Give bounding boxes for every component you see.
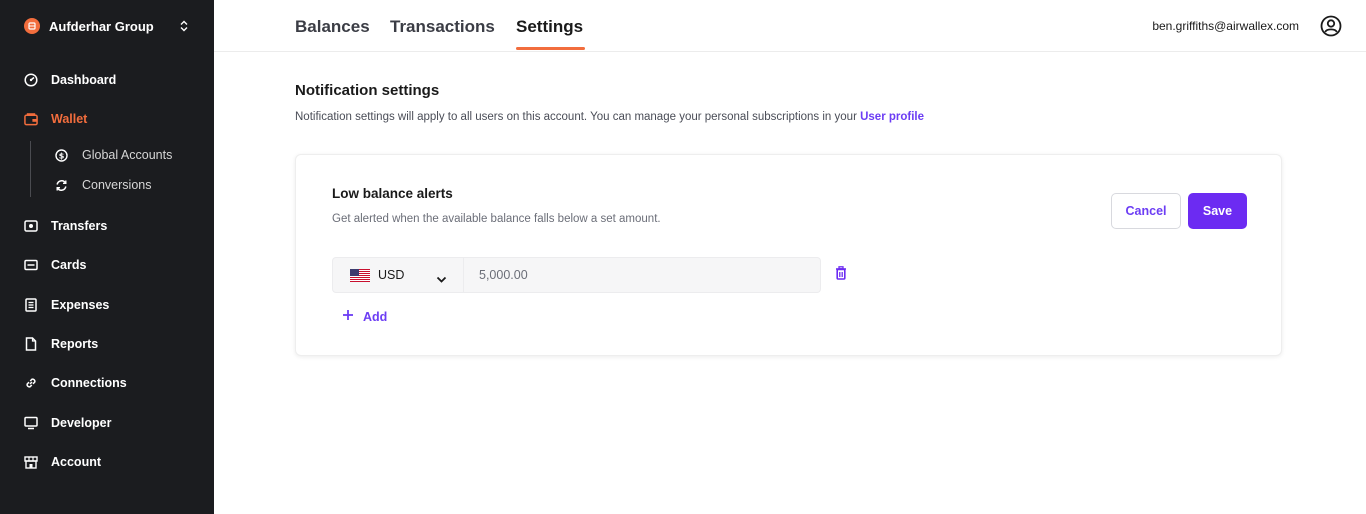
expenses-icon — [24, 298, 38, 312]
sidebar-item-label: Reports — [51, 337, 99, 351]
user-email: ben.griffiths@airwallex.com — [1152, 19, 1299, 33]
reports-icon — [24, 337, 38, 351]
refresh-icon — [54, 178, 68, 192]
sidebar-item-label: Transfers — [51, 219, 108, 233]
card-description: Get alerted when the available balance f… — [332, 213, 661, 225]
page-title: Notification settings — [295, 82, 440, 99]
chevron-down-icon — [436, 271, 447, 289]
currency-code: USD — [378, 268, 405, 282]
sidebar-item-label: Developer — [51, 416, 112, 430]
sidebar-item-wallet[interactable]: Wallet — [0, 103, 214, 135]
link-icon — [24, 376, 38, 390]
sidebar-item-label: Wallet — [51, 112, 88, 126]
sidebar-item-reports[interactable]: Reports — [0, 328, 214, 360]
add-alert-button[interactable]: Add — [342, 308, 387, 326]
sidebar-item-developer[interactable]: Developer — [0, 407, 214, 439]
sidebar-item-transfers[interactable]: Transfers — [0, 210, 214, 242]
save-button[interactable]: Save — [1188, 193, 1247, 229]
cancel-button[interactable]: Cancel — [1111, 193, 1181, 229]
org-logo-icon — [24, 18, 40, 34]
sidebar-item-label: Cards — [51, 258, 87, 272]
sidebar-subitem-label: Global Accounts — [82, 148, 173, 162]
sidebar-item-cards[interactable]: Cards — [0, 249, 214, 281]
chevron-up-down-icon — [180, 19, 188, 37]
dashboard-icon — [24, 73, 38, 87]
us-flag-icon — [350, 268, 370, 282]
wallet-icon — [24, 112, 38, 126]
page-description: Notification settings will apply to all … — [295, 111, 924, 123]
sidebar-item-label: Account — [51, 455, 101, 469]
sidebar-item-expenses[interactable]: Expenses — [0, 289, 214, 321]
sidebar-item-connections[interactable]: Connections — [0, 367, 214, 399]
monitor-icon — [24, 416, 38, 430]
active-tab-indicator — [516, 47, 585, 50]
tab-balances[interactable]: Balances — [295, 17, 370, 37]
transfers-icon — [24, 219, 38, 233]
low-balance-alerts-card: Low balance alerts Get alerted when the … — [295, 154, 1282, 356]
top-bar: Balances Transactions Settings ben.griff… — [214, 0, 1366, 52]
card-title: Low balance alerts — [332, 186, 453, 201]
tab-settings[interactable]: Settings — [516, 17, 583, 37]
page-description-text: Notification settings will apply to all … — [295, 111, 857, 123]
dollar-circle-icon: $ — [54, 148, 68, 162]
sidebar-item-account[interactable]: Account — [0, 446, 214, 478]
currency-select[interactable]: USD — [332, 257, 464, 293]
org-switcher[interactable]: Aufderhar Group — [0, 0, 214, 52]
sidebar-item-label: Dashboard — [51, 73, 117, 87]
store-icon — [24, 455, 38, 469]
plus-icon — [342, 308, 354, 326]
sidebar-subitem-label: Conversions — [82, 178, 152, 192]
sidebar-subitem-conversions[interactable]: Conversions — [0, 171, 214, 199]
tab-transactions[interactable]: Transactions — [390, 17, 495, 37]
sidebar: Aufderhar Group Dashboard Wallet $ Globa… — [0, 0, 214, 514]
sidebar-item-label: Expenses — [51, 298, 110, 312]
svg-text:$: $ — [58, 151, 64, 160]
amount-input[interactable] — [464, 257, 821, 293]
trash-icon[interactable] — [835, 266, 847, 285]
sidebar-item-dashboard[interactable]: Dashboard — [0, 64, 214, 96]
sidebar-item-label: Connections — [51, 376, 127, 390]
user-avatar-icon[interactable] — [1320, 15, 1342, 42]
cards-icon — [24, 258, 38, 272]
sidebar-subitem-global-accounts[interactable]: $ Global Accounts — [0, 141, 214, 169]
user-profile-link[interactable]: User profile — [860, 111, 924, 123]
add-label: Add — [363, 310, 388, 324]
org-name: Aufderhar Group — [49, 18, 154, 34]
